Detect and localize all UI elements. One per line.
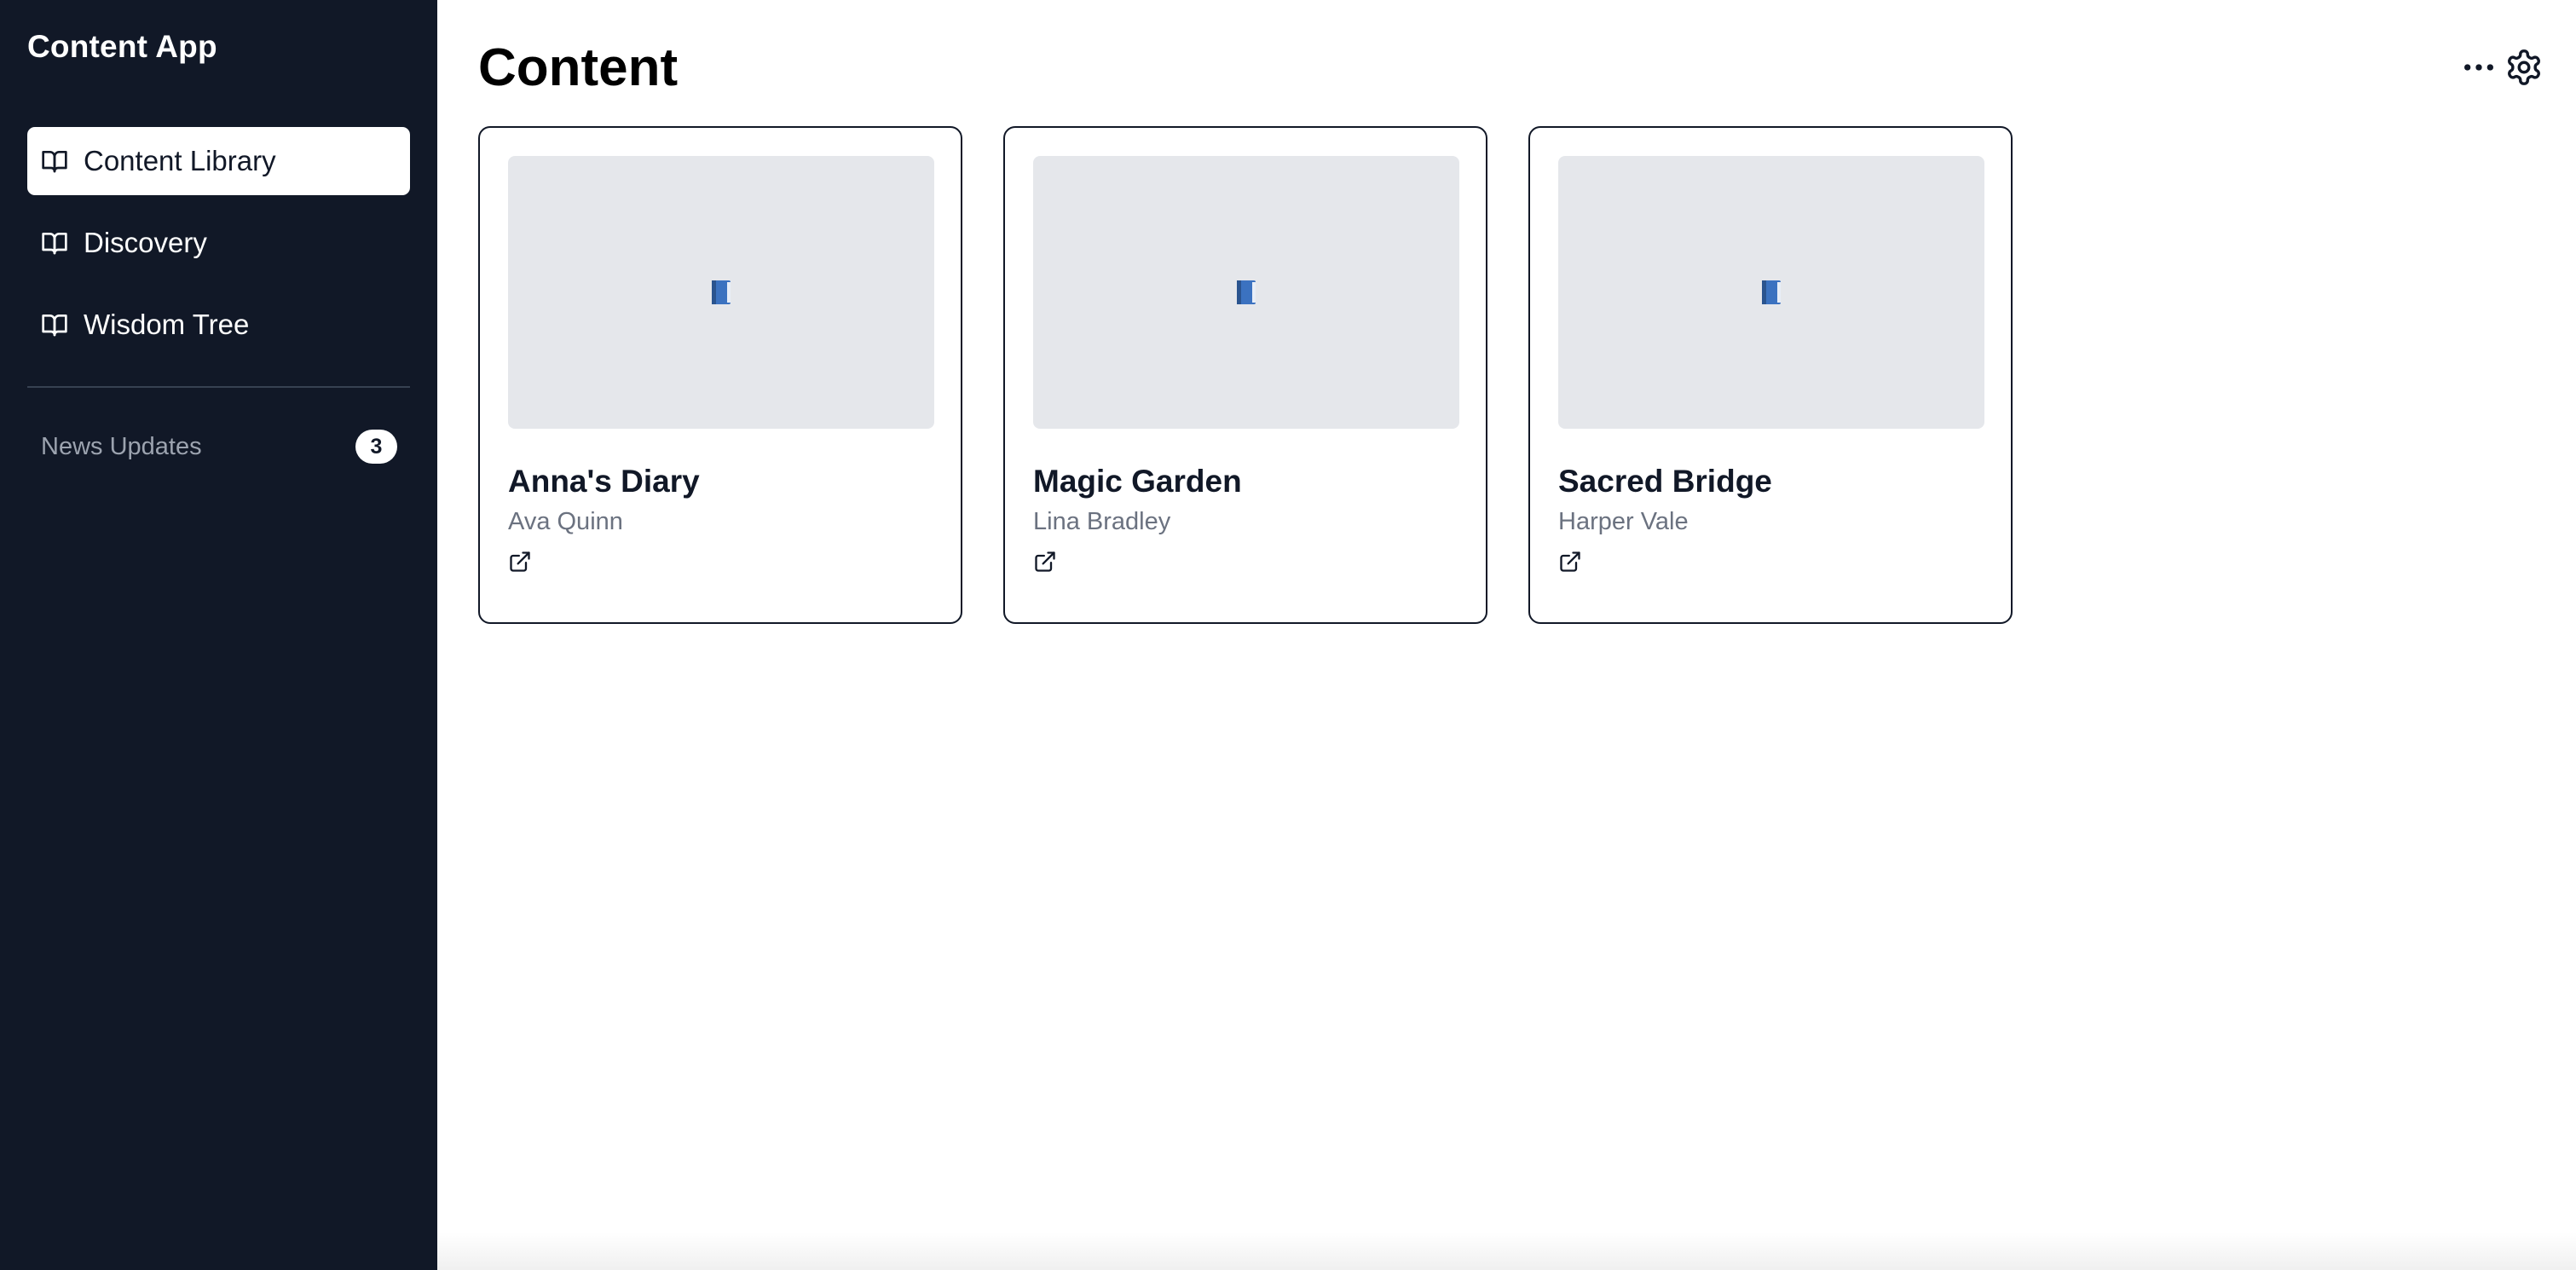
main-content: Content Anna's Diary Ava Quinn Magic Gar…: [437, 0, 2576, 1270]
sidebar-item-content-library[interactable]: Content Library: [27, 127, 410, 195]
blue-book-icon: [712, 280, 731, 304]
external-link-icon[interactable]: [1033, 550, 1057, 574]
book-open-icon: [41, 147, 68, 175]
card-title: Anna's Diary: [508, 464, 700, 499]
gear-icon: [2508, 49, 2540, 85]
content-card[interactable]: Magic Garden Lina Bradley: [1003, 126, 1487, 624]
sidebar: Content App Content Library Discovery Wi…: [0, 0, 437, 1270]
news-updates-item[interactable]: News Updates 3: [41, 428, 397, 465]
news-count-badge: 3: [355, 430, 397, 464]
card-author: Lina Bradley: [1033, 508, 1171, 535]
card-author: Ava Quinn: [508, 508, 623, 535]
settings-button[interactable]: [2504, 48, 2544, 87]
book-open-icon: [41, 311, 68, 338]
card-author: Harper Vale: [1558, 508, 1689, 535]
sidebar-item-label: Discovery: [84, 227, 207, 258]
sidebar-nav: Content Library Discovery Wisdom Tree: [27, 127, 410, 372]
sidebar-item-wisdom-tree[interactable]: Wisdom Tree: [27, 291, 410, 359]
content-card[interactable]: Anna's Diary Ava Quinn: [478, 126, 962, 624]
card-title: Magic Garden: [1033, 464, 1242, 499]
sidebar-item-label: Wisdom Tree: [84, 309, 250, 340]
sidebar-item-label: Content Library: [84, 145, 276, 176]
app-root: Content App Content Library Discovery Wi…: [0, 0, 2576, 1270]
top-actions: [2462, 48, 2544, 87]
external-link-icon[interactable]: [1558, 550, 1582, 574]
page-title: Content: [478, 38, 679, 97]
bottom-shade: [437, 1232, 2576, 1270]
more-options-button[interactable]: [2462, 50, 2496, 84]
content-card[interactable]: Sacred Bridge Harper Vale: [1528, 126, 2013, 624]
external-link-icon[interactable]: [508, 550, 532, 574]
book-open-icon: [41, 229, 68, 257]
app-title: Content App: [27, 29, 217, 64]
card-thumbnail: [508, 156, 934, 429]
blue-book-icon: [1237, 280, 1256, 304]
card-thumbnail: [1558, 156, 1984, 429]
card-title: Sacred Bridge: [1558, 464, 1772, 499]
news-updates-label: News Updates: [41, 432, 202, 460]
blue-book-icon: [1762, 280, 1781, 304]
content-card-grid: Anna's Diary Ava Quinn Magic Garden Lina…: [478, 126, 2013, 624]
card-thumbnail: [1033, 156, 1459, 429]
more-horizontal-icon: [2464, 64, 2493, 71]
sidebar-divider: [27, 386, 410, 388]
sidebar-item-discovery[interactable]: Discovery: [27, 209, 410, 277]
